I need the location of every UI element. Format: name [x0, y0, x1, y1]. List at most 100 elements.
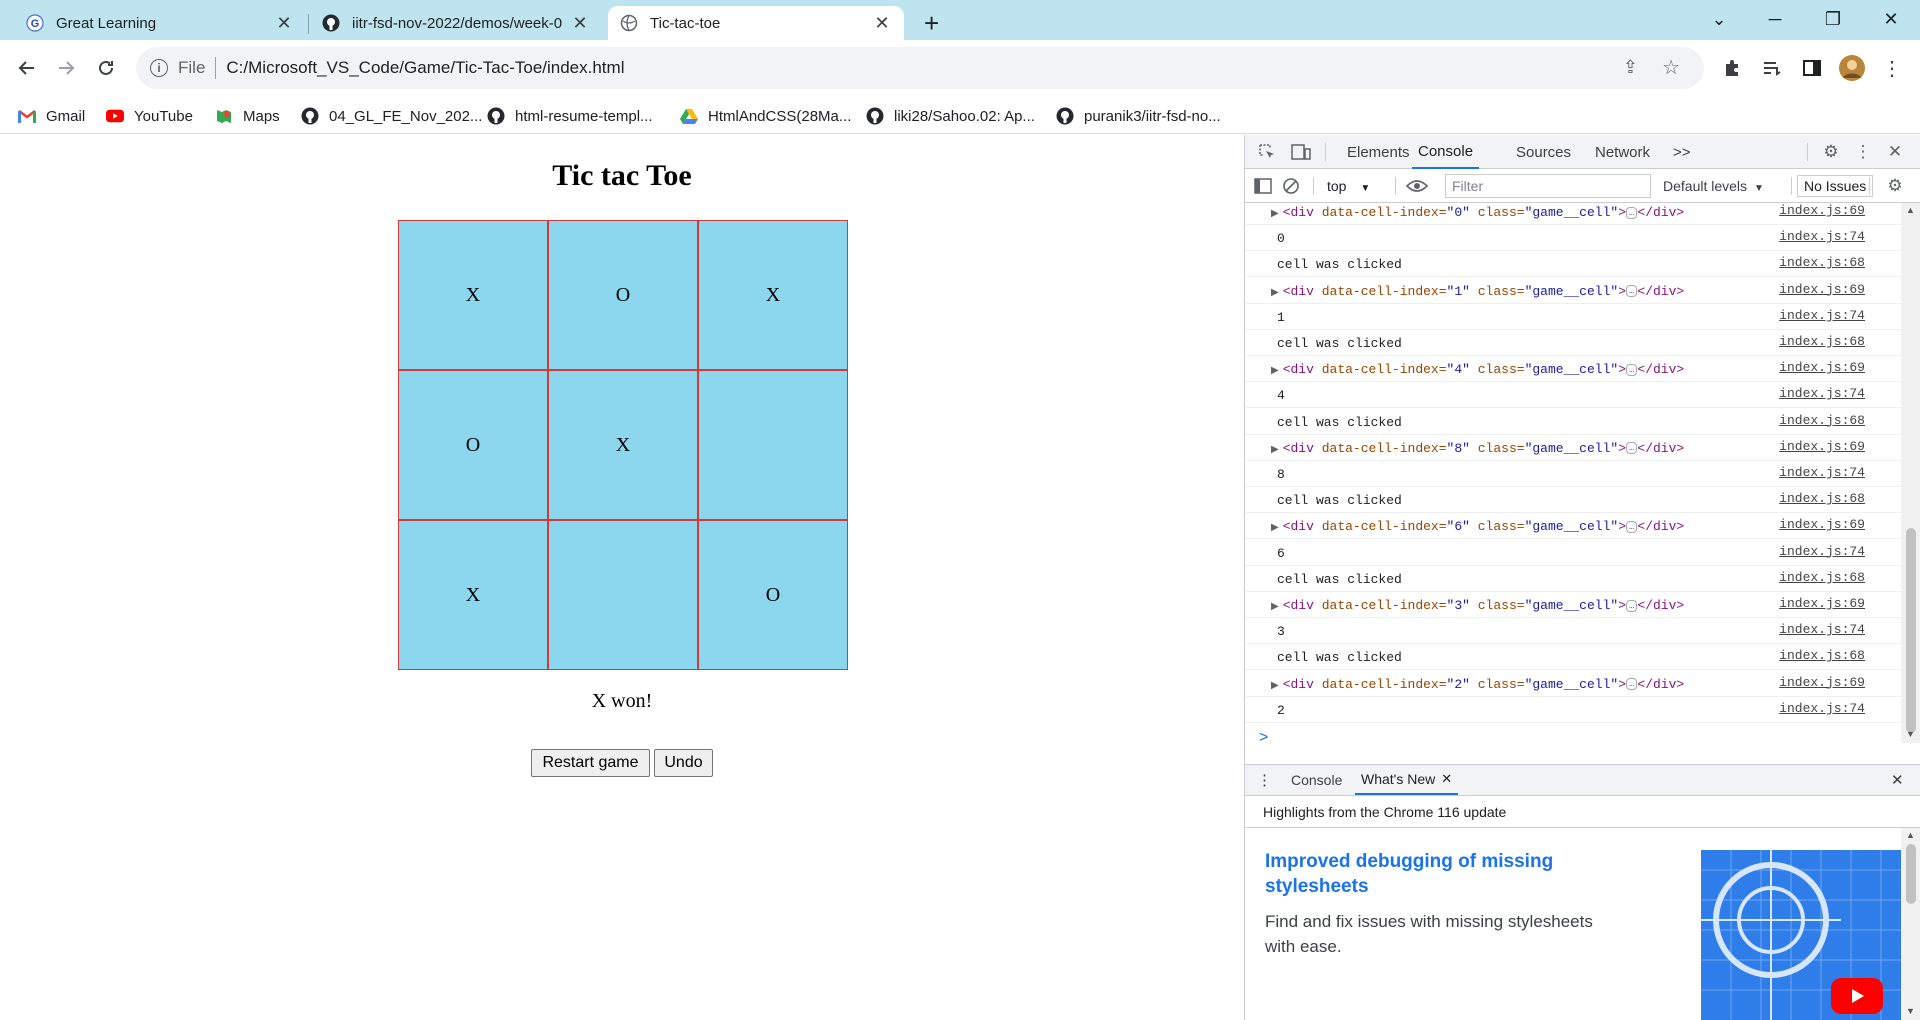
tab-search-chevron-down-icon[interactable]: ⌄: [1690, 0, 1748, 38]
close-tab-icon[interactable]: ✕: [274, 13, 294, 33]
clear-console-icon[interactable]: [1279, 174, 1303, 198]
source-link[interactable]: index.js:68: [1779, 648, 1865, 663]
game-cell[interactable]: X: [398, 220, 548, 370]
scroll-down-arrow-icon[interactable]: ▼: [1906, 729, 1915, 739]
console-element-node[interactable]: ▶ <div data-cell-index="0" class="game__c…: [1271, 205, 1684, 220]
bookmark-youtube[interactable]: YouTube: [106, 98, 193, 134]
bookmark-gmail[interactable]: Gmail: [18, 98, 85, 134]
source-link[interactable]: index.js:69: [1779, 439, 1865, 454]
source-link[interactable]: index.js:68: [1779, 491, 1865, 506]
menu-kebab-icon[interactable]: ⋮: [1876, 52, 1908, 84]
whats-new-heading[interactable]: Improved debugging of missing stylesheet…: [1265, 849, 1585, 899]
source-link[interactable]: index.js:74: [1779, 308, 1865, 323]
devtools-tab-elements[interactable]: Elements: [1347, 135, 1410, 169]
collapsed-ellipsis-icon[interactable]: …: [1626, 285, 1638, 298]
bookmark-star-icon[interactable]: ☆: [1662, 55, 1680, 80]
collapsed-ellipsis-icon[interactable]: …: [1626, 520, 1638, 533]
bookmark-liki28[interactable]: liki28/Sahoo.02: Ap...: [866, 98, 1035, 134]
profile-avatar[interactable]: [1836, 52, 1868, 84]
bookmark-maps[interactable]: Maps: [215, 98, 280, 134]
more-tabs-chevron-icon[interactable]: >>: [1673, 135, 1691, 169]
context-selector[interactable]: top ▼: [1327, 178, 1370, 194]
drawer-tab-console[interactable]: Console: [1291, 765, 1342, 795]
close-tab-icon[interactable]: ✕: [570, 13, 590, 33]
whats-new-video-thumbnail[interactable]: [1701, 850, 1901, 1020]
devtools-tab-console[interactable]: Console: [1412, 135, 1480, 169]
close-window-button[interactable]: ✕: [1862, 0, 1920, 38]
scroll-up-arrow-icon[interactable]: ▲: [1906, 830, 1915, 840]
address-bar[interactable]: i File C:/Microsoft_VS_Code/Game/Tic-Tac…: [136, 47, 1704, 89]
console-element-node[interactable]: ▶ <div data-cell-index="8" class="game__c…: [1271, 441, 1684, 456]
inspect-element-icon[interactable]: [1255, 140, 1279, 164]
new-tab-button[interactable]: +: [912, 6, 958, 40]
console-element-node[interactable]: ▶ <div data-cell-index="2" class="game__c…: [1271, 677, 1684, 692]
collapsed-ellipsis-icon[interactable]: …: [1626, 678, 1638, 691]
game-cell[interactable]: O: [698, 520, 848, 670]
console-settings-gear-icon[interactable]: ⚙: [1883, 174, 1907, 198]
minimize-button[interactable]: ─: [1746, 0, 1804, 38]
bookmark-04-gl-fe[interactable]: 04_GL_FE_Nov_202...: [301, 98, 482, 134]
source-link[interactable]: index.js:74: [1779, 622, 1865, 637]
scrollbar-thumb[interactable]: [1906, 844, 1916, 904]
tab-great-learning[interactable]: G Great Learning ✕: [14, 6, 306, 40]
collapsed-ellipsis-icon[interactable]: …: [1626, 206, 1638, 219]
game-cell[interactable]: X: [548, 370, 698, 520]
side-panel-icon[interactable]: [1796, 52, 1828, 84]
close-drawer-icon[interactable]: ✕: [1891, 765, 1904, 795]
collapsed-ellipsis-icon[interactable]: …: [1626, 599, 1638, 612]
drawer-menu-kebab-icon[interactable]: ⋮: [1257, 765, 1272, 795]
show-sidebar-icon[interactable]: [1251, 174, 1275, 198]
collapsed-ellipsis-icon[interactable]: …: [1626, 363, 1638, 376]
settings-gear-icon[interactable]: ⚙: [1819, 140, 1843, 164]
restore-button[interactable]: ❐: [1804, 0, 1862, 38]
bookmark-html-resume[interactable]: html-resume-templ...: [487, 98, 653, 134]
bookmark-puranik3[interactable]: puranik3/iitr-fsd-no...: [1056, 98, 1221, 134]
source-link[interactable]: index.js:74: [1779, 386, 1865, 401]
console-filter-input[interactable]: [1445, 174, 1651, 198]
console-element-node[interactable]: ▶ <div data-cell-index="1" class="game__c…: [1271, 284, 1684, 299]
console-scrollbar[interactable]: ▲ ▼: [1901, 203, 1920, 743]
source-link[interactable]: index.js:69: [1779, 282, 1865, 297]
game-cell[interactable]: [548, 520, 698, 670]
close-tab-icon[interactable]: ✕: [872, 13, 892, 33]
bookmark-htmlandcss[interactable]: HtmlAndCSS(28Ma...: [680, 98, 851, 134]
issues-counter[interactable]: No Issues: [1797, 175, 1874, 197]
console-element-node[interactable]: ▶ <div data-cell-index="4" class="game__c…: [1271, 362, 1684, 377]
game-cell[interactable]: [698, 370, 848, 520]
device-toolbar-icon[interactable]: [1289, 140, 1313, 164]
source-link[interactable]: index.js:69: [1779, 675, 1865, 690]
game-cell[interactable]: O: [548, 220, 698, 370]
live-expression-eye-icon[interactable]: [1405, 174, 1429, 198]
collapsed-ellipsis-icon[interactable]: …: [1626, 442, 1638, 455]
game-cell[interactable]: X: [698, 220, 848, 370]
game-cell[interactable]: O: [398, 370, 548, 520]
source-link[interactable]: index.js:74: [1779, 701, 1865, 716]
forward-button[interactable]: [48, 50, 84, 86]
back-button[interactable]: [9, 50, 45, 86]
console-prompt-chevron-icon[interactable]: >: [1259, 729, 1268, 747]
source-link[interactable]: index.js:69: [1779, 517, 1865, 532]
scroll-down-arrow-icon[interactable]: ▼: [1906, 1006, 1915, 1016]
restart-game-button[interactable]: Restart game: [531, 749, 650, 777]
source-link[interactable]: index.js:68: [1779, 255, 1865, 270]
console-element-node[interactable]: ▶ <div data-cell-index="6" class="game__c…: [1271, 519, 1684, 534]
drawer-tab-whats-new[interactable]: What's New ✕: [1355, 765, 1459, 795]
source-link[interactable]: index.js:69: [1779, 360, 1865, 375]
tab-tic-tac-toe[interactable]: Tic-tac-toe ✕: [608, 6, 904, 40]
source-link[interactable]: index.js:69: [1779, 596, 1865, 611]
console-element-node[interactable]: ▶ <div data-cell-index="3" class="game__c…: [1271, 598, 1684, 613]
undo-button[interactable]: Undo: [654, 749, 713, 777]
reading-list-icon[interactable]: [1756, 52, 1788, 84]
site-info-icon[interactable]: i: [150, 59, 168, 77]
scrollbar-thumb[interactable]: [1906, 528, 1916, 733]
tab-github-demos[interactable]: iitr-fsd-nov-2022/demos/week-0 ✕: [310, 6, 602, 40]
devtools-tab-sources[interactable]: Sources: [1516, 135, 1571, 169]
source-link[interactable]: index.js:68: [1779, 413, 1865, 428]
source-link[interactable]: index.js:74: [1779, 544, 1865, 559]
reload-button[interactable]: [88, 50, 124, 86]
close-tab-icon[interactable]: ✕: [1441, 771, 1452, 787]
game-cell[interactable]: X: [398, 520, 548, 670]
whats-new-scrollbar[interactable]: ▲ ▼: [1901, 828, 1920, 1020]
source-link[interactable]: index.js:68: [1779, 570, 1865, 585]
scroll-up-arrow-icon[interactable]: ▲: [1906, 205, 1915, 215]
